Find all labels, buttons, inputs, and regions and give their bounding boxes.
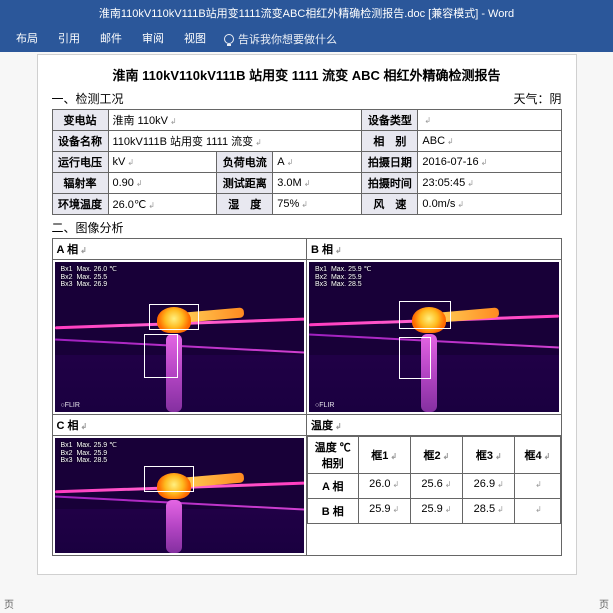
tab-review[interactable]: 审阅	[132, 26, 174, 52]
cell-wind-h: 风 速	[362, 194, 418, 215]
cell-devname-h: 设备名称	[52, 131, 108, 152]
cell-volt: kV↲	[108, 152, 217, 173]
cell-devtype-h: 设备类型	[362, 110, 418, 131]
temp-head-diag: 温度 ℃ 相别	[308, 437, 359, 474]
temp-head-2: 框2↲	[410, 437, 462, 474]
cell-wind: 0.0m/s↲	[418, 194, 561, 215]
window-title: 淮南110kV110kV111B站用变1111流变ABC相红外精确检测报告.do…	[99, 5, 514, 21]
image-analysis-table: A 相↲ B 相↲ Bx1 Max. 26.0 ℃ Bx2 Max. 25.5 …	[52, 238, 562, 556]
cell-hum-h: 湿 度	[217, 194, 273, 215]
tab-view[interactable]: 视图	[174, 26, 216, 52]
lightbulb-icon	[224, 34, 234, 44]
temp-head-3: 框3↲	[463, 437, 515, 474]
ribbon: 布局 引用 邮件 审阅 视图 告诉我你想要做什么	[0, 26, 613, 52]
thermal-b-cell: Bx1 Max. 25.9 ℃ Bx2 Max. 25.9 Bx3 Max. 2…	[307, 260, 562, 415]
status-left: 页	[4, 596, 14, 611]
cell-env-h: 环境温度	[52, 194, 108, 215]
label-phase-c: C 相↲	[52, 415, 307, 436]
label-phase-b: B 相↲	[307, 239, 562, 260]
temperature-table: 温度 ℃ 相别 框1↲ 框2↲ 框3↲ 框4↲ A 相 26.0↲ 25.6↲ …	[307, 436, 561, 524]
document-area[interactable]: 淮南 110kV110kV111B 站用变 1111 流变 ABC 相红外精确检…	[0, 52, 613, 613]
section-1-heading: 一、检测工况 天气：阴	[52, 90, 562, 107]
tab-layout[interactable]: 布局	[6, 26, 48, 52]
cell-current-h: 负荷电流	[217, 152, 273, 173]
flir-logo: ○FLIR	[315, 402, 334, 409]
temp-row-a: A 相 26.0↲ 25.6↲ 26.9↲ ↲	[308, 474, 561, 499]
cell-station-h: 变电站	[52, 110, 108, 131]
cell-time-h: 拍摄时间	[362, 173, 418, 194]
cell-phase: ABC↲	[418, 131, 561, 152]
cell-date-h: 拍摄日期	[362, 152, 418, 173]
cell-current: A↲	[273, 152, 362, 173]
weather-label: 天气：阴	[513, 90, 561, 107]
thermal-c-cell: Bx1 Max. 25.9 ℃ Bx2 Max. 25.9 Bx3 Max. 2…	[52, 436, 307, 556]
tab-references[interactable]: 引用	[48, 26, 90, 52]
cell-time: 23:05:45↲	[418, 173, 561, 194]
flir-logo: ○FLIR	[61, 402, 80, 409]
label-temp: 温度↲	[307, 415, 562, 436]
cell-devtype: ↲	[418, 110, 561, 131]
thermal-a-readout: Bx1 Max. 26.0 ℃ Bx2 Max. 25.5 Bx3 Max. 2…	[61, 266, 118, 289]
doc-title: 淮南 110kV110kV111B 站用变 1111 流变 ABC 相红外精确检…	[52, 65, 562, 84]
cell-hum: 75%↲	[273, 194, 362, 215]
page: 淮南 110kV110kV111B 站用变 1111 流变 ABC 相红外精确检…	[37, 54, 577, 575]
tell-me[interactable]: 告诉我你想要做什么	[224, 31, 337, 47]
tab-mailings[interactable]: 邮件	[90, 26, 132, 52]
cell-emiss: 0.90↲	[108, 173, 217, 194]
cell-dist-h: 测试距离	[217, 173, 273, 194]
status-right: 页	[599, 596, 609, 611]
section-2-heading: 二、图像分析	[52, 219, 562, 236]
temp-row-b: B 相 25.9↲ 25.9↲ 28.5↲ ↲	[308, 499, 561, 524]
info-table: 变电站 淮南 110kV↲ 设备类型 ↲ 设备名称 110kV111B 站用变 …	[52, 109, 562, 215]
thermal-image-a: Bx1 Max. 26.0 ℃ Bx2 Max. 25.5 Bx3 Max. 2…	[55, 262, 305, 412]
thermal-image-b: Bx1 Max. 25.9 ℃ Bx2 Max. 25.9 Bx3 Max. 2…	[309, 262, 559, 412]
temp-head-4: 框4↲	[515, 437, 560, 474]
cell-station: 淮南 110kV↲	[108, 110, 362, 131]
tell-me-placeholder: 告诉我你想要做什么	[238, 31, 337, 47]
cell-env: 26.0℃↲	[108, 194, 217, 215]
cell-phase-h: 相 别	[362, 131, 418, 152]
label-phase-a: A 相↲	[52, 239, 307, 260]
thermal-c-readout: Bx1 Max. 25.9 ℃ Bx2 Max. 25.9 Bx3 Max. 2…	[61, 442, 118, 465]
temp-table-cell: 温度 ℃ 相别 框1↲ 框2↲ 框3↲ 框4↲ A 相 26.0↲ 25.6↲ …	[307, 436, 562, 556]
temp-head-1: 框1↲	[358, 437, 410, 474]
thermal-image-c: Bx1 Max. 25.9 ℃ Bx2 Max. 25.9 Bx3 Max. 2…	[55, 438, 305, 553]
thermal-b-readout: Bx1 Max. 25.9 ℃ Bx2 Max. 25.9 Bx3 Max. 2…	[315, 266, 372, 289]
cell-emiss-h: 辐射率	[52, 173, 108, 194]
cell-devname: 110kV111B 站用变 1111 流变↲	[108, 131, 362, 152]
cell-volt-h: 运行电压	[52, 152, 108, 173]
thermal-a-cell: Bx1 Max. 26.0 ℃ Bx2 Max. 25.5 Bx3 Max. 2…	[52, 260, 307, 415]
title-bar: 淮南110kV110kV111B站用变1111流变ABC相红外精确检测报告.do…	[0, 0, 613, 26]
cell-date: 2016-07-16↲	[418, 152, 561, 173]
cell-dist: 3.0M↲	[273, 173, 362, 194]
